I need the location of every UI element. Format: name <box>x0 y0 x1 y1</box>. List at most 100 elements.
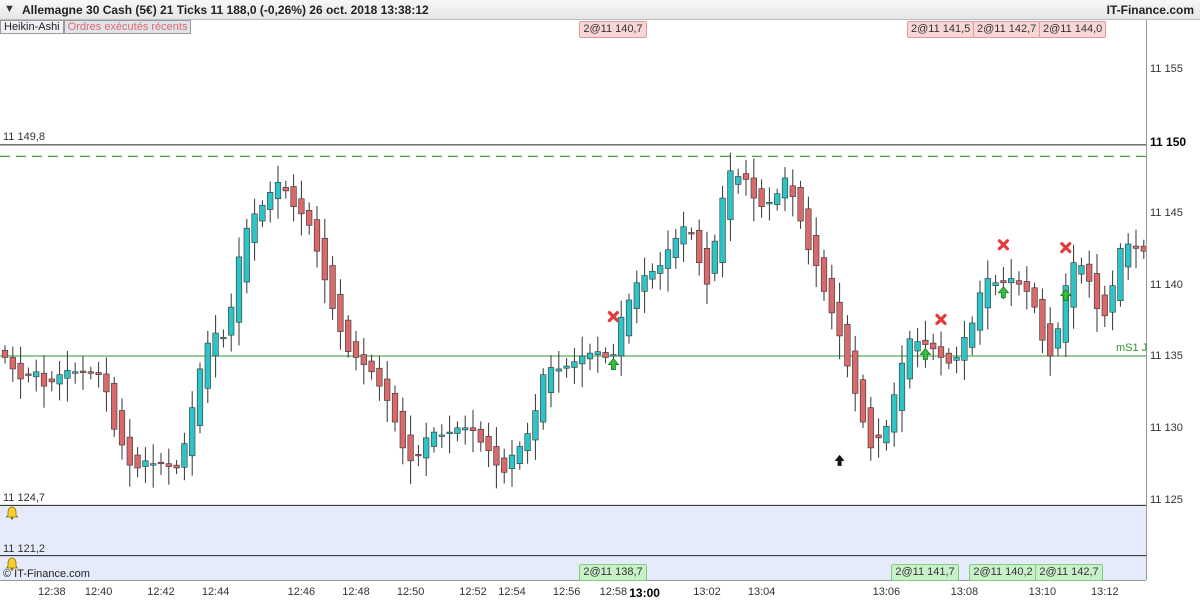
candle-down <box>399 410 406 449</box>
candle-down <box>789 185 796 197</box>
candle-up <box>735 176 742 185</box>
buy-arrow-path <box>607 357 620 370</box>
candle-down <box>797 186 804 222</box>
candle-up <box>969 322 976 348</box>
candle-down <box>360 354 367 365</box>
candle-down <box>477 428 484 443</box>
brand-label[interactable]: IT-Finance.com <box>1107 3 1194 17</box>
sell-order-tag[interactable]: 2@11 140,7 <box>579 21 647 38</box>
candle-down <box>290 186 297 207</box>
candle-down <box>485 436 492 452</box>
candle-down <box>813 235 820 266</box>
candle-down <box>306 209 313 226</box>
low2-level-label: 11 121,2 <box>3 542 46 555</box>
candle-down <box>87 371 94 374</box>
candle-down <box>930 342 937 350</box>
candle-up <box>220 337 227 340</box>
candle-up <box>243 227 250 283</box>
candle-down <box>313 219 321 252</box>
candle-up <box>1125 243 1132 268</box>
x-tick-label: 12:56 <box>552 586 581 598</box>
candle-up <box>610 354 617 357</box>
sell-order-tag[interactable]: 2@11 141,5 <box>907 21 975 38</box>
buy-order-tag[interactable]: 2@11 138,7 <box>579 564 647 581</box>
candle-down <box>95 372 102 375</box>
candle-down <box>111 382 118 430</box>
candle-down <box>415 454 422 457</box>
candle-up <box>259 204 266 222</box>
candle-down <box>1 349 9 358</box>
candle-up <box>1054 328 1062 349</box>
bell-alert-icon[interactable] <box>5 506 19 520</box>
candle-down <box>79 370 87 373</box>
candle-down <box>1086 263 1093 282</box>
candle-down <box>165 463 172 467</box>
price-chart[interactable] <box>0 20 1146 580</box>
candle-down <box>1093 273 1101 309</box>
buy-arrow-icon <box>1059 289 1072 302</box>
y-tick-label: 11 155 <box>1150 63 1183 76</box>
candle-down <box>368 360 375 373</box>
candle-down <box>40 372 48 387</box>
buy-arrow-path <box>997 286 1010 299</box>
x-tick-label: 12:52 <box>459 586 487 598</box>
buy-order-tag[interactable]: 2@11 140,2 <box>969 564 1037 581</box>
sell-cross-path <box>997 239 1010 251</box>
x-tick-label: 12:58 <box>599 586 628 598</box>
candle-down <box>836 301 843 337</box>
copyright: © IT-Finance.com <box>3 568 90 580</box>
legend-heikin-ashi[interactable]: Heikin-Ashi <box>0 20 64 34</box>
candle-down <box>688 232 695 235</box>
candle-down <box>703 248 711 285</box>
candle-down <box>17 362 24 380</box>
candle-down <box>493 446 500 466</box>
candle-up <box>906 338 913 380</box>
candle-up <box>235 256 243 323</box>
candle-up <box>586 352 594 360</box>
x-tick-label: 12:50 <box>396 586 425 598</box>
candle-up <box>711 240 718 274</box>
candle-up <box>454 427 461 434</box>
y-tick-label: 11 135 <box>1150 350 1183 363</box>
x-tick-label: 12:44 <box>201 586 230 598</box>
candle-down <box>352 341 360 358</box>
x-tick-label: 13:00 <box>629 586 660 600</box>
title-bar: ▼ Allemagne 30 Cash (5€) 21 Ticks 11 188… <box>0 0 1200 20</box>
candle-down <box>805 208 812 251</box>
candle-down <box>1039 298 1046 341</box>
candle-up <box>719 197 726 263</box>
candle-down <box>337 293 344 332</box>
candle-down <box>852 350 859 394</box>
buy-order-tag[interactable]: 2@11 142,7 <box>1035 564 1103 581</box>
sell-order-tag[interactable]: 2@11 144,0 <box>1039 21 1107 38</box>
candle-down <box>1047 323 1054 357</box>
legend: Heikin-Ashi Ordres exécutés récents <box>0 20 192 34</box>
buy-arrow-path <box>1059 289 1072 302</box>
black-arrow-path <box>834 454 845 466</box>
candle-up <box>212 332 219 357</box>
sell-cross-icon <box>997 239 1010 251</box>
sell-order-tag[interactable]: 2@11 142,7 <box>973 21 1041 38</box>
chevron-down-icon[interactable]: ▼ <box>4 3 15 15</box>
x-tick-label: 13:04 <box>747 586 776 598</box>
candle-down <box>48 378 55 383</box>
buy-arrow-icon <box>997 286 1010 299</box>
candle-up <box>267 192 274 210</box>
buy-order-tag[interactable]: 2@11 141,7 <box>891 564 959 581</box>
candle-up <box>976 292 984 331</box>
candle-down <box>1031 287 1038 308</box>
candle-up <box>625 299 633 337</box>
x-tick-label: 12:40 <box>84 586 113 598</box>
candle-up <box>64 370 71 379</box>
candle-down <box>391 393 399 423</box>
candle-down <box>25 373 32 376</box>
candle-up <box>914 341 921 352</box>
legend-recent-orders[interactable]: Ordres exécutés récents <box>63 20 192 34</box>
candle-up <box>641 275 648 292</box>
candle-up <box>56 374 63 385</box>
candle-down <box>859 379 867 423</box>
candle-up <box>633 282 640 309</box>
candle-up <box>150 463 157 466</box>
candle-down <box>126 436 133 466</box>
candle-down <box>1000 280 1007 284</box>
